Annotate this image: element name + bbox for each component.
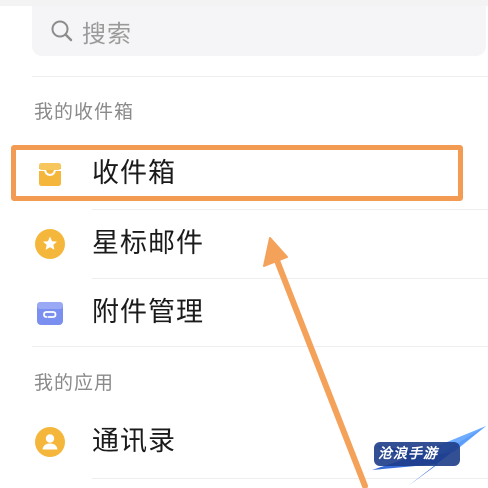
menu-item-attachments[interactable]: 附件管理 <box>0 281 488 345</box>
menu-item-label: 附件管理 <box>92 297 204 328</box>
divider <box>92 278 488 279</box>
watermark-text: 沧浪手游 <box>378 446 438 462</box>
inbox-icon <box>39 163 61 186</box>
menu-item-label: 通讯录 <box>92 426 176 457</box>
section-header-mailbox: 我的收件箱 <box>34 101 135 123</box>
search-bar[interactable]: 搜索 <box>32 6 486 56</box>
menu-item-label: 星标邮件 <box>92 228 204 259</box>
menu-item-label: 收件箱 <box>92 158 176 189</box>
menu-item-inbox[interactable]: 收件箱 <box>0 142 488 206</box>
menu-item-starred[interactable]: 星标邮件 <box>0 212 488 276</box>
search-icon <box>51 20 73 42</box>
section-header-apps: 我的应用 <box>34 372 115 394</box>
divider <box>32 76 488 77</box>
star-icon <box>35 229 65 259</box>
contacts-icon <box>35 427 65 457</box>
attachment-folder-icon <box>37 302 63 325</box>
divider <box>32 346 488 347</box>
divider <box>92 209 488 210</box>
search-placeholder: 搜索 <box>82 19 132 48</box>
